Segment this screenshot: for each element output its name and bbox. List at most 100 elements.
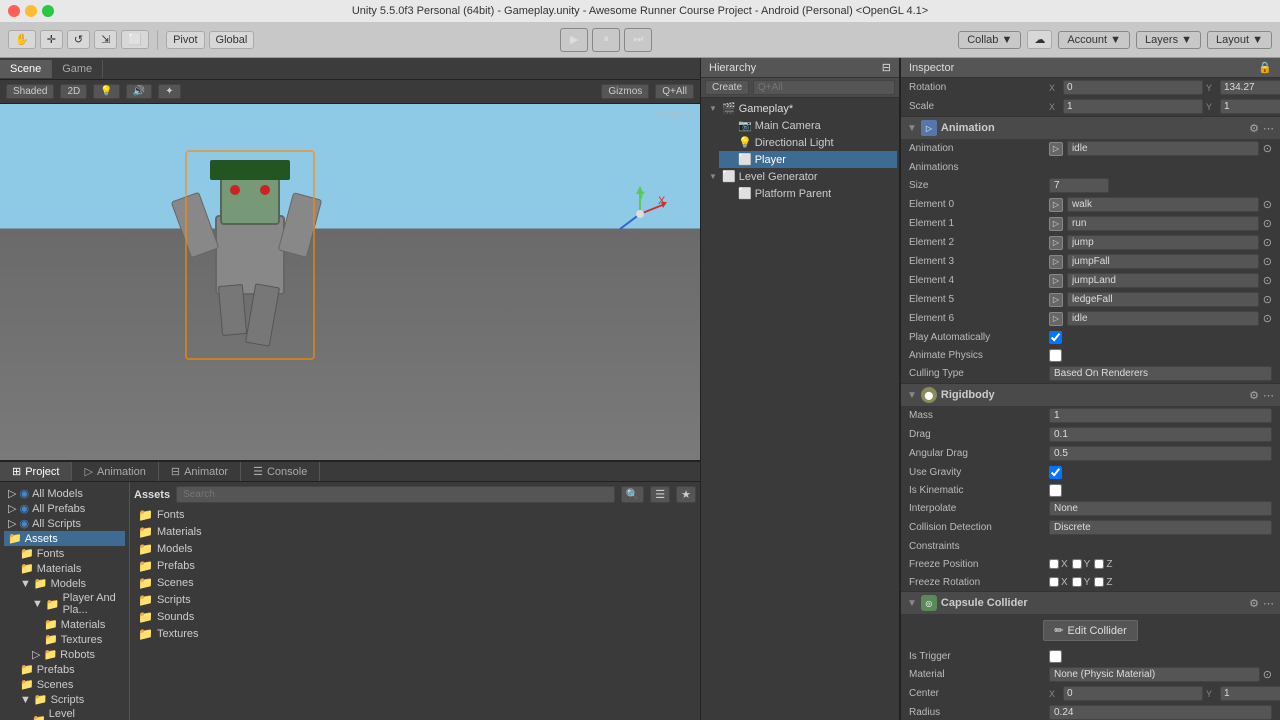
tree-item-level-generator[interactable]: 📁 Level Generato...: [28, 707, 125, 720]
is-trigger-checkbox[interactable]: [1049, 650, 1062, 663]
folder-sounds[interactable]: 📁 Sounds: [134, 609, 696, 625]
scale-x-input[interactable]: [1063, 99, 1203, 114]
tab-animation[interactable]: ▷ Animation: [72, 462, 158, 481]
rotation-y-input[interactable]: [1220, 80, 1280, 95]
move-tool-btn[interactable]: ✛: [40, 30, 63, 49]
tree-item-player-and-pla[interactable]: ▼ 📁 Player And Pla...: [28, 591, 125, 617]
rigidbody-section-header[interactable]: ▼ ⬤ Rigidbody ⚙ ⋯: [901, 384, 1280, 406]
play-auto-checkbox[interactable]: [1049, 331, 1062, 344]
freeze-rot-x-checkbox[interactable]: [1049, 577, 1059, 587]
step-btn[interactable]: ⏭: [624, 28, 652, 52]
freeze-pos-x-checkbox[interactable]: [1049, 559, 1059, 569]
link-icon[interactable]: ⊙: [1263, 274, 1272, 287]
rotate-tool-btn[interactable]: ↺: [67, 30, 90, 49]
more-icon[interactable]: ⋯: [1263, 389, 1274, 402]
folder-fonts[interactable]: 📁 Fonts: [134, 507, 696, 523]
animation-section-header[interactable]: ▼ ▷ Animation ⚙ ⋯: [901, 117, 1280, 139]
scale-tool-btn[interactable]: ⇲: [94, 30, 117, 49]
folder-scripts[interactable]: 📁 Scripts: [134, 592, 696, 608]
tree-item-materials[interactable]: 📁 Materials: [16, 561, 125, 576]
edit-collider-btn[interactable]: ✏ Edit Collider: [1043, 620, 1138, 641]
tab-console[interactable]: ☰ Console: [241, 462, 320, 481]
is-kinematic-checkbox[interactable]: [1049, 484, 1062, 497]
size-input[interactable]: [1049, 178, 1109, 193]
folder-materials[interactable]: 📁 Materials: [134, 524, 696, 540]
mass-input[interactable]: [1049, 408, 1272, 423]
tab-game[interactable]: Game: [52, 60, 103, 78]
asset-filter-btn[interactable]: ☰: [650, 486, 670, 503]
hand-tool-btn[interactable]: ✋: [8, 30, 36, 49]
freeze-pos-y-checkbox[interactable]: [1072, 559, 1082, 569]
center-x-input[interactable]: [1063, 686, 1203, 701]
tree-item-models[interactable]: ▼ 📁 Models: [16, 576, 125, 591]
tree-item-assets[interactable]: 📁 Assets: [4, 531, 125, 546]
settings-icon[interactable]: ⚙: [1249, 389, 1259, 402]
freeze-pos-z-checkbox[interactable]: [1094, 559, 1104, 569]
collision-detection-select[interactable]: Discrete: [1049, 520, 1272, 535]
qall-btn[interactable]: Q+All: [655, 84, 694, 99]
hierarchy-search-input[interactable]: [753, 80, 895, 95]
tab-project[interactable]: ⊞ Project: [0, 462, 72, 481]
gizmos-btn[interactable]: Gizmos: [601, 84, 649, 99]
play-btn[interactable]: ▶: [560, 28, 588, 52]
tree-item-all-scripts[interactable]: ▷ ◉ All Scripts: [4, 516, 125, 531]
hierarchy-collapse-icon[interactable]: ⊟: [882, 61, 891, 74]
inspector-lock-icon[interactable]: 🔒: [1258, 61, 1272, 74]
link-icon[interactable]: ⊙: [1263, 255, 1272, 268]
link-icon[interactable]: ⊙: [1263, 142, 1272, 155]
tree-item-prefabs[interactable]: 📁 Prefabs: [16, 662, 125, 677]
link-icon[interactable]: ⊙: [1263, 293, 1272, 306]
link-icon[interactable]: ⊙: [1263, 236, 1272, 249]
collab-btn[interactable]: Collab ▼: [958, 31, 1021, 49]
angular-drag-input[interactable]: [1049, 446, 1272, 461]
freeze-rot-z-checkbox[interactable]: [1094, 577, 1104, 587]
interpolate-select[interactable]: None: [1049, 501, 1272, 516]
link-icon[interactable]: ⊙: [1263, 198, 1272, 211]
settings-icon[interactable]: ⚙: [1249, 597, 1259, 610]
settings-icon[interactable]: ⚙: [1249, 122, 1259, 135]
maximize-dot[interactable]: [42, 5, 54, 17]
tree-item-scenes[interactable]: 📁 Scenes: [16, 677, 125, 692]
drag-input[interactable]: [1049, 427, 1272, 442]
tree-player[interactable]: ⬜ Player: [719, 151, 897, 168]
tree-platform-parent[interactable]: ⬜ Platform Parent: [719, 185, 897, 202]
animate-physics-checkbox[interactable]: [1049, 349, 1062, 362]
element-5-input[interactable]: [1067, 292, 1259, 307]
layers-btn[interactable]: Layers ▼: [1136, 31, 1201, 49]
use-gravity-checkbox[interactable]: [1049, 466, 1062, 479]
material-input[interactable]: [1049, 667, 1260, 682]
more-icon[interactable]: ⋯: [1263, 597, 1274, 610]
center-y-input[interactable]: [1220, 686, 1280, 701]
folder-models[interactable]: 📁 Models: [134, 541, 696, 557]
tree-item-player-materials[interactable]: 📁 Materials: [40, 617, 125, 632]
link-icon[interactable]: ⊙: [1263, 312, 1272, 325]
2d-btn[interactable]: 2D: [60, 84, 87, 99]
element-0-input[interactable]: [1067, 197, 1259, 212]
more-icon[interactable]: ⋯: [1263, 122, 1274, 135]
tree-item-scripts[interactable]: ▼ 📁 Scripts: [16, 692, 125, 707]
tree-level-generator[interactable]: ▼ ⬜ Level Generator: [703, 168, 897, 185]
minimize-dot[interactable]: [25, 5, 37, 17]
folder-prefabs[interactable]: 📁 Prefabs: [134, 558, 696, 574]
close-dot[interactable]: [8, 5, 20, 17]
rotation-x-input[interactable]: [1063, 80, 1203, 95]
rect-tool-btn[interactable]: ⬜: [121, 30, 149, 49]
pivot-btn[interactable]: Pivot: [166, 31, 204, 49]
viewport[interactable]: Y X < Persp: [0, 104, 700, 460]
tab-animator[interactable]: ⊟ Animator: [159, 462, 241, 481]
element-3-input[interactable]: [1067, 254, 1259, 269]
element-4-input[interactable]: [1067, 273, 1259, 288]
element-2-input[interactable]: [1067, 235, 1259, 250]
element-6-input[interactable]: [1067, 311, 1259, 326]
tree-item-player-textures[interactable]: 📁 Textures: [40, 632, 125, 647]
tree-directional-light[interactable]: 💡 Directional Light: [719, 134, 897, 151]
effects-btn[interactable]: ✦: [158, 84, 180, 99]
layout-btn[interactable]: Layout ▼: [1207, 31, 1272, 49]
tree-main-camera[interactable]: 📷 Main Camera: [719, 117, 897, 134]
radius-input[interactable]: [1049, 705, 1272, 720]
account-btn[interactable]: Account ▼: [1058, 31, 1130, 49]
cloud-btn[interactable]: ☁: [1027, 30, 1052, 49]
tree-item-robots[interactable]: ▷ 📁 Robots: [28, 647, 125, 662]
link-icon[interactable]: ⊙: [1263, 217, 1272, 230]
tree-gameplay[interactable]: ▼ 🎬 Gameplay*: [703, 100, 897, 117]
